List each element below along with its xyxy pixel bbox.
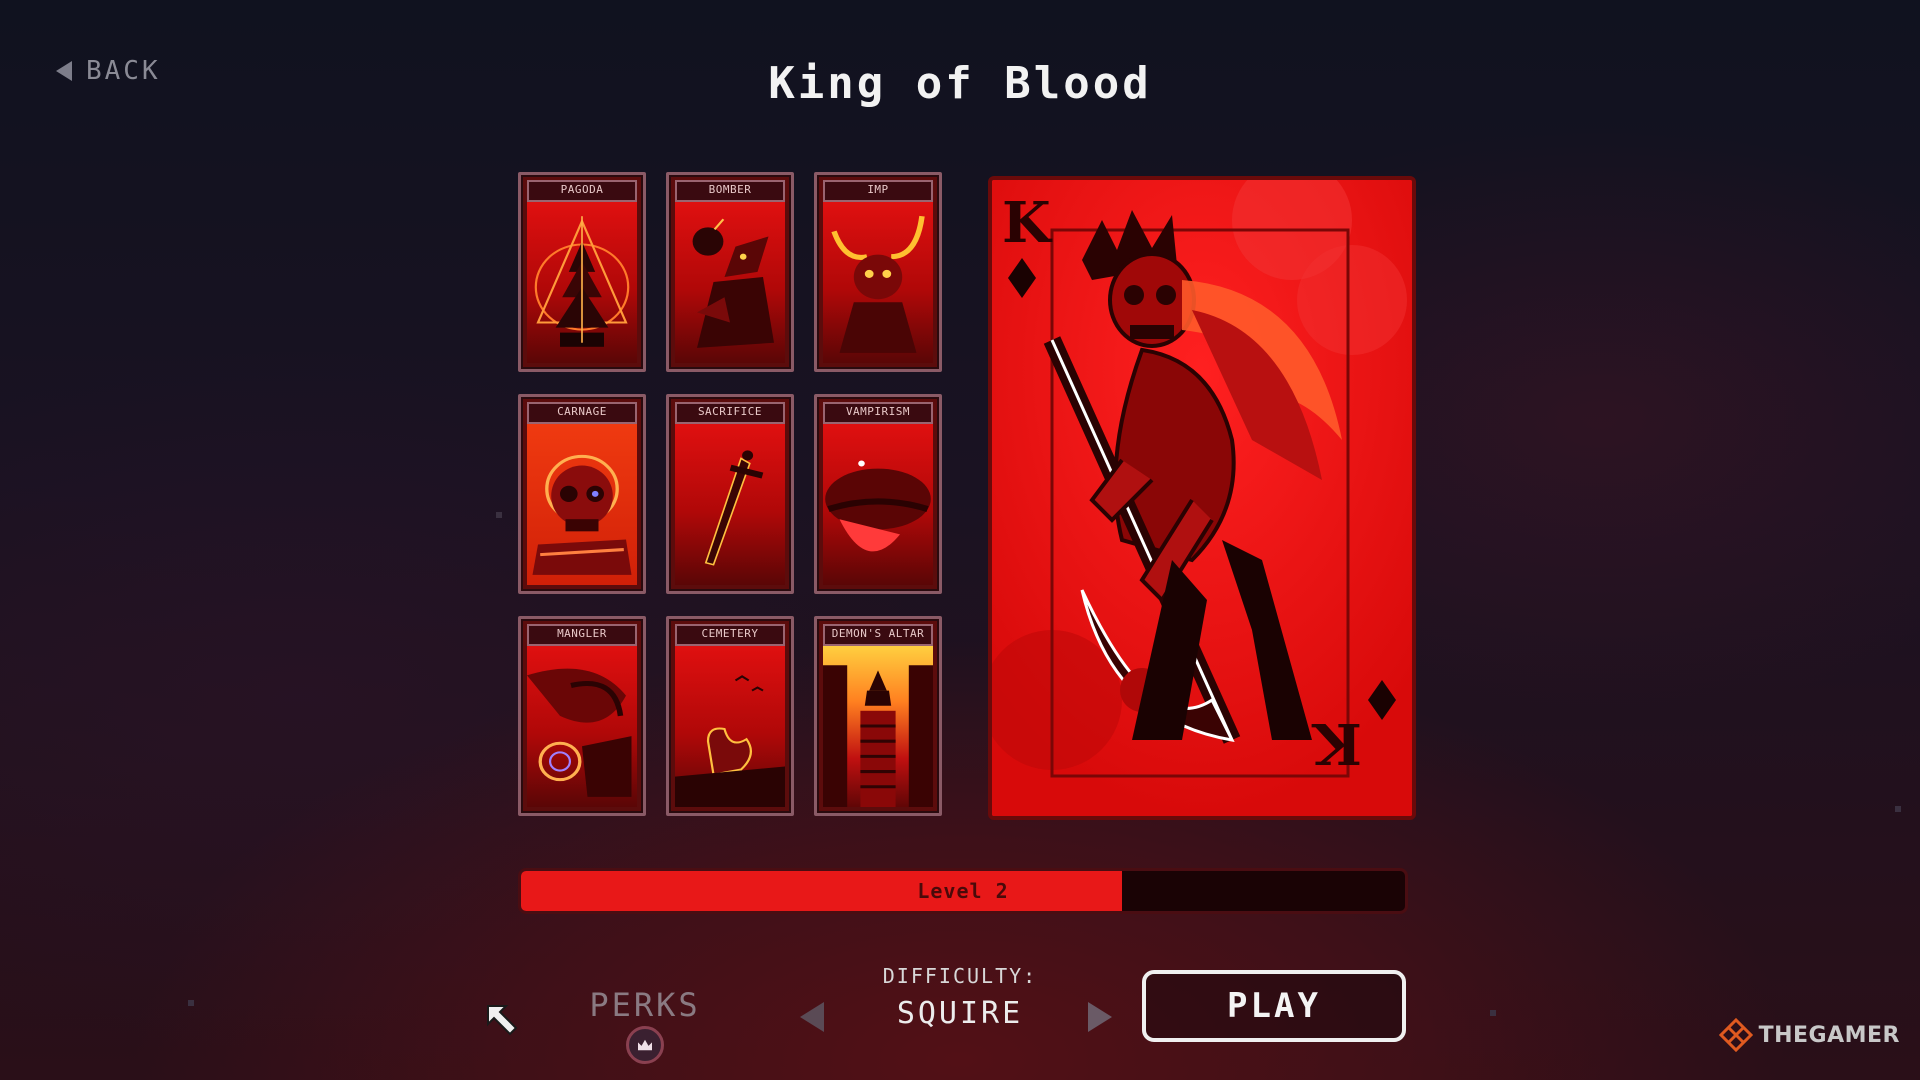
game-screen: BACK King of Blood PAGODA BOMBER IMP CAR… (0, 0, 1920, 1080)
altar-icon (823, 645, 933, 807)
level-progress-bar: Level 2 (518, 868, 1408, 914)
difficulty-next-arrow-icon[interactable] (1088, 1002, 1112, 1032)
difficulty-selector: DIFFICULTY: SQUIRE (840, 964, 1080, 1031)
card-grid: PAGODA BOMBER IMP CARNAGE SACRIFICE VAMP… (518, 172, 946, 816)
bomber-icon (675, 201, 785, 363)
mangler-icon (527, 645, 637, 807)
crown-icon (626, 1026, 664, 1064)
level-label: Level 2 (917, 879, 1009, 903)
watermark: THEGAMER (1718, 1018, 1900, 1052)
card-carnage[interactable]: CARNAGE (518, 394, 646, 594)
difficulty-label: DIFFICULTY: (882, 964, 1038, 988)
card-bomber[interactable]: BOMBER (666, 172, 794, 372)
card-label: SACRIFICE (675, 402, 785, 424)
card-label: CARNAGE (527, 402, 637, 424)
perks-label: PERKS (589, 986, 701, 1024)
fang-icon (823, 423, 933, 585)
card-rank-top: K (1002, 190, 1053, 256)
dagger-icon (675, 423, 785, 585)
card-rank-bottom: K (1311, 710, 1362, 776)
card-label: PAGODA (527, 180, 637, 202)
difficulty-prev-arrow-icon[interactable] (800, 1002, 824, 1032)
card-label: IMP (823, 180, 933, 202)
skeleton-king-icon: K K (992, 180, 1412, 816)
card-label: BOMBER (675, 180, 785, 202)
card-pagoda[interactable]: PAGODA (518, 172, 646, 372)
card-label: DEMON'S ALTAR (823, 624, 933, 646)
skull-icon (527, 423, 637, 585)
background-speck (496, 512, 502, 518)
difficulty-value: SQUIRE (896, 996, 1024, 1031)
pagoda-icon (527, 201, 637, 363)
card-label: CEMETERY (675, 624, 785, 646)
background-speck (1895, 806, 1901, 812)
card-imp[interactable]: IMP (814, 172, 942, 372)
card-label: VAMPIRISM (823, 402, 933, 424)
featured-card: K K (988, 176, 1416, 820)
perks-button[interactable]: PERKS (580, 986, 710, 1064)
card-sacrifice[interactable]: SACRIFICE (666, 394, 794, 594)
watermark-text: THEGAMER (1758, 1022, 1900, 1048)
card-demons-altar[interactable]: DEMON'S ALTAR (814, 616, 942, 816)
play-button[interactable]: PLAY (1142, 970, 1406, 1042)
background-speck (1490, 1010, 1496, 1016)
background-speck (188, 1000, 194, 1006)
card-label: MANGLER (527, 624, 637, 646)
card-mangler[interactable]: MANGLER (518, 616, 646, 816)
thegamer-logo-icon (1718, 1018, 1753, 1052)
card-cemetery[interactable]: CEMETERY (666, 616, 794, 816)
cursor-arrow-icon (487, 1005, 518, 1036)
cemetery-icon (675, 645, 785, 807)
page-title: King of Blood (768, 58, 1152, 109)
imp-icon (823, 201, 933, 363)
card-vampirism[interactable]: VAMPIRISM (814, 394, 942, 594)
